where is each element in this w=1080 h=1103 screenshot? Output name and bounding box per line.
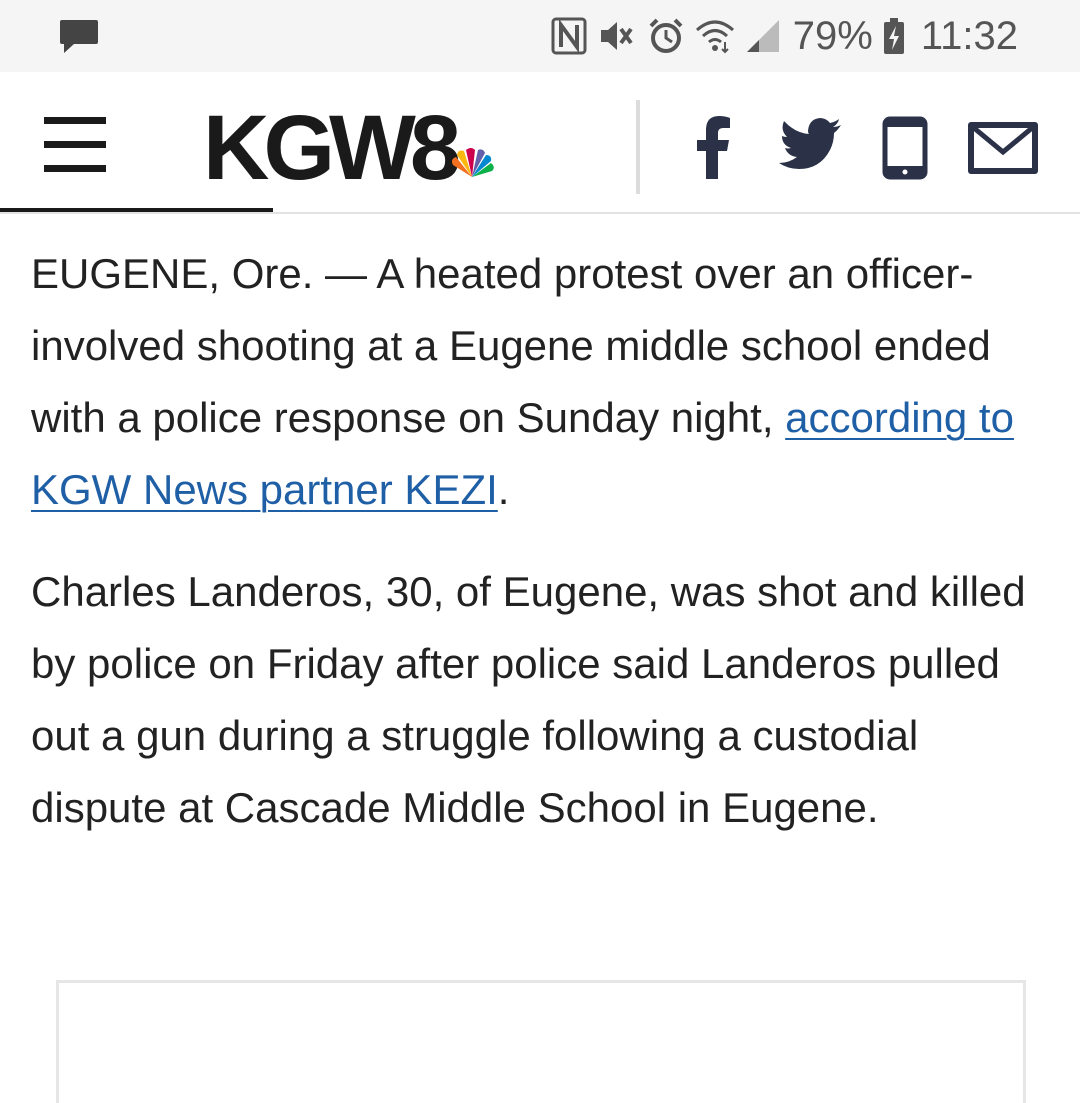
header-divider — [636, 100, 640, 194]
article-paragraph-1: EUGENE, Ore. — A heated protest over an … — [31, 238, 1051, 526]
header-active-underline — [0, 208, 273, 212]
phone-icon[interactable] — [882, 116, 928, 185]
battery-percent: 79% — [792, 14, 873, 58]
ad-placeholder — [56, 980, 1026, 1103]
wifi-icon — [695, 18, 735, 54]
article-paragraph-2: Charles Landeros, 30, of Eugene, was sho… — [31, 568, 1026, 831]
site-logo[interactable]: KGW8 — [203, 100, 497, 196]
paragraph-1-end: . — [497, 466, 510, 513]
signal-icon — [745, 18, 781, 54]
facebook-icon[interactable] — [696, 115, 730, 184]
alarm-icon — [647, 17, 685, 55]
article-body: EUGENE, Ore. — A heated protest over an … — [31, 238, 1051, 874]
battery-charging-icon — [883, 17, 905, 55]
twitter-icon[interactable] — [778, 118, 842, 177]
nbc-peacock-icon — [447, 147, 497, 186]
site-header: KGW8 — [0, 72, 1080, 214]
clock: 11:32 — [920, 14, 1018, 58]
nfc-icon — [551, 17, 587, 55]
mail-icon[interactable] — [968, 122, 1038, 179]
status-bar: 79% 11:32 — [0, 0, 1080, 72]
logo-text: KGW8 — [203, 97, 461, 199]
mute-icon — [597, 17, 637, 55]
hamburger-menu-icon[interactable] — [44, 117, 106, 173]
message-icon — [58, 18, 100, 61]
status-indicators: 79% 11:32 — [551, 10, 1018, 62]
